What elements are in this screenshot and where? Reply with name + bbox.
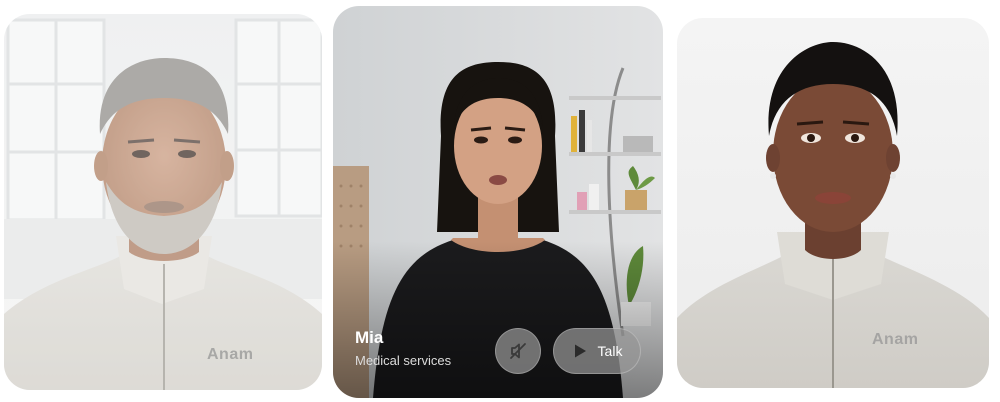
avatar-card-right[interactable]: Anam: [677, 18, 989, 388]
avatar-name: Mia: [355, 328, 384, 347]
avatar-carousel: Anam Mia Medical services Talk Anam: [0, 0, 1000, 402]
avatar-card-mia[interactable]: Mia Medical services Talk: [333, 6, 663, 398]
avatar-portrait-woman: [677, 18, 989, 388]
avatar-card-left[interactable]: Anam: [4, 14, 322, 390]
anam-watermark: Anam: [872, 331, 919, 348]
talk-button[interactable]: Talk: [553, 328, 641, 374]
speaker-muted-icon: [508, 341, 528, 361]
play-icon: [572, 343, 588, 359]
mute-button[interactable]: [495, 328, 541, 374]
avatar-portrait-man: [4, 14, 322, 390]
talk-button-label: Talk: [597, 343, 623, 359]
avatar-role: Medical services: [355, 353, 452, 368]
avatar-caption: Mia Medical services: [355, 328, 451, 370]
anam-watermark: Anam: [207, 346, 254, 363]
